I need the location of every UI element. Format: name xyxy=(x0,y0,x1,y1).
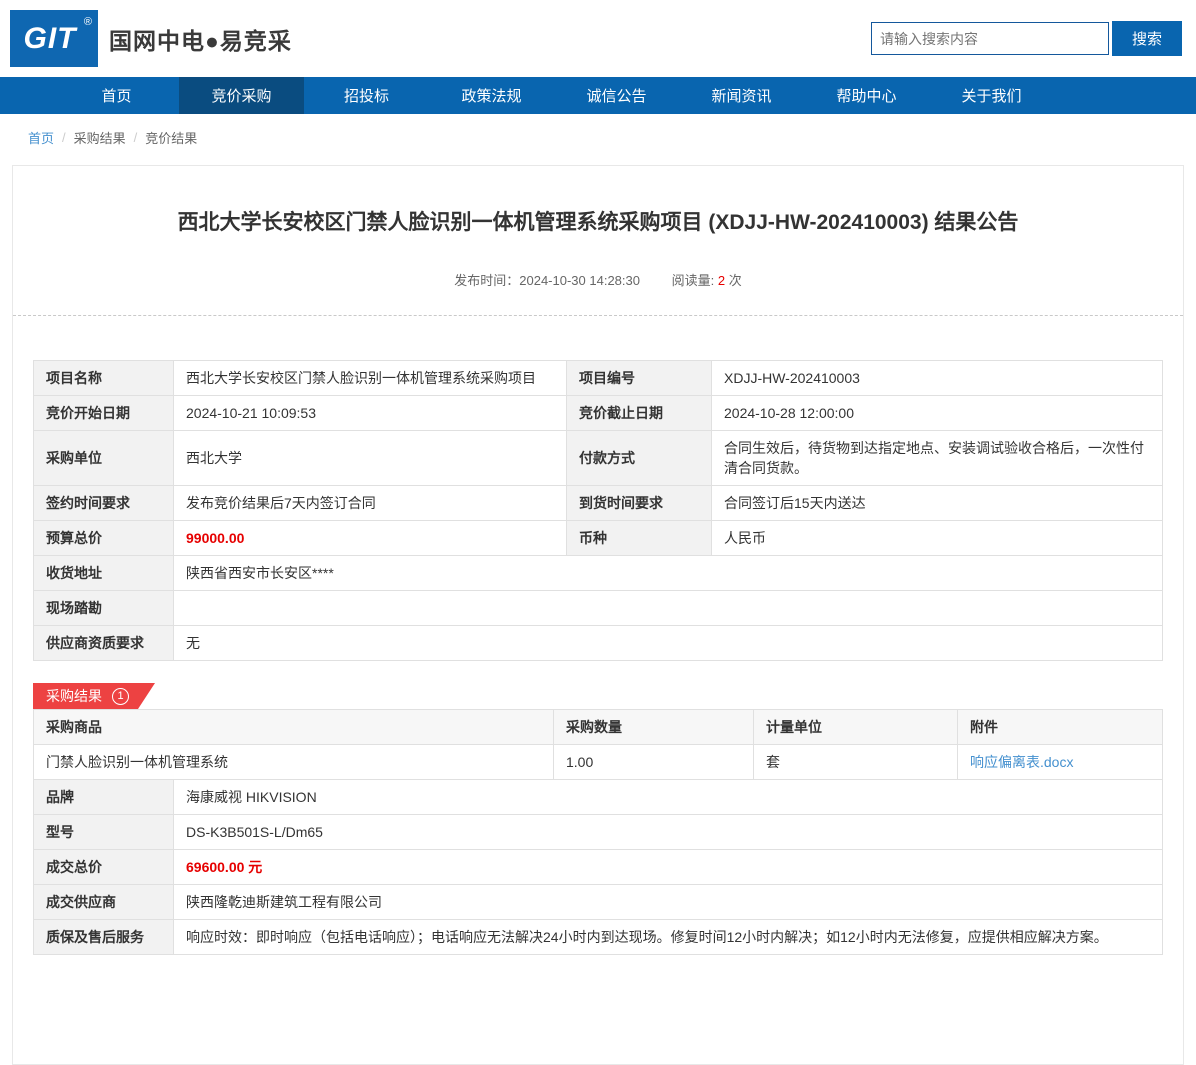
table-row: 签约时间要求 发布竞价结果后7天内签订合同 到货时间要求 合同签订后15天内送达 xyxy=(34,486,1163,521)
field-label: 币种 xyxy=(567,521,712,556)
nav-item-news[interactable]: 新闻资讯 xyxy=(679,77,804,114)
field-value: XDJJ-HW-202410003 xyxy=(712,361,1163,396)
search-box: 搜索 xyxy=(871,21,1182,56)
project-info-table: 项目名称 西北大学长安校区门禁人脸识别一体机管理系统采购项目 项目编号 XDJJ… xyxy=(33,360,1163,661)
field-value: 合同生效后，待货物到达指定地点、安装调试验收合格后，一次性付清合同货款。 xyxy=(712,431,1163,486)
breadcrumb-separator: / xyxy=(62,130,66,145)
column-header: 采购数量 xyxy=(554,710,754,745)
breadcrumb-separator: / xyxy=(134,130,138,145)
announcement-card: 西北大学长安校区门禁人脸识别一体机管理系统采购项目 (XDJJ-HW-20241… xyxy=(12,165,1184,1065)
logo-wrap: GIT ® 国网中电●易竞采 xyxy=(10,10,292,67)
column-header: 计量单位 xyxy=(754,710,958,745)
attachment-link[interactable]: 响应偏离表.docx xyxy=(970,754,1073,770)
table-row: 现场踏勘 xyxy=(34,591,1163,626)
budget-total-price: 99000.00 xyxy=(174,521,567,556)
table-row: 采购单位 西北大学 付款方式 合同生效后，待货物到达指定地点、安装调试验收合格后… xyxy=(34,431,1163,486)
table-row: 型号 DS-K3B501S-L/Dm65 xyxy=(34,815,1163,850)
column-header: 采购商品 xyxy=(34,710,554,745)
field-label: 采购单位 xyxy=(34,431,174,486)
nav-item-home[interactable]: 首页 xyxy=(54,77,179,114)
field-value: 人民币 xyxy=(712,521,1163,556)
field-value: 2024-10-21 10:09:53 xyxy=(174,396,567,431)
breadcrumb-bidding-results: 竞价结果 xyxy=(145,128,197,147)
table-row: 品牌 海康威视 HIKVISION xyxy=(34,780,1163,815)
field-label: 供应商资质要求 xyxy=(34,626,174,661)
table-row: 成交供应商 陕西隆乾迪斯建筑工程有限公司 xyxy=(34,885,1163,920)
field-label: 竞价开始日期 xyxy=(34,396,174,431)
search-input[interactable] xyxy=(871,22,1109,55)
winning-supplier: 陕西隆乾迪斯建筑工程有限公司 xyxy=(174,885,1163,920)
table-row: 门禁人脸识别一体机管理系统 1.00 套 响应偏离表.docx xyxy=(34,745,1163,780)
model-value: DS-K3B501S-L/Dm65 xyxy=(174,815,1163,850)
field-label: 型号 xyxy=(34,815,174,850)
nav-item-help-center[interactable]: 帮助中心 xyxy=(804,77,929,114)
table-row: 供应商资质要求 无 xyxy=(34,626,1163,661)
brand-value: 海康威视 HIKVISION xyxy=(174,780,1163,815)
site-name: 国网中电●易竞采 xyxy=(109,22,292,56)
goods-unit: 套 xyxy=(754,745,958,780)
field-label: 付款方式 xyxy=(567,431,712,486)
field-label: 到货时间要求 xyxy=(567,486,712,521)
field-label: 项目名称 xyxy=(34,361,174,396)
field-value: 2024-10-28 12:00:00 xyxy=(712,396,1163,431)
nav-item-policies[interactable]: 政策法规 xyxy=(429,77,554,114)
table-row: 预算总价 99000.00 币种 人民币 xyxy=(34,521,1163,556)
field-label: 现场踏勘 xyxy=(34,591,174,626)
table-row: 项目名称 西北大学长安校区门禁人脸识别一体机管理系统采购项目 项目编号 XDJJ… xyxy=(34,361,1163,396)
breadcrumb: 首页 / 采购结果 / 竞价结果 xyxy=(0,114,1196,157)
result-ribbon-badge: 采购结果 1 xyxy=(33,683,155,709)
field-value: 合同签订后15天内送达 xyxy=(712,486,1163,521)
view-count: 阅读量: 2 次 xyxy=(672,273,742,288)
registered-mark-icon: ® xyxy=(84,16,92,28)
field-label: 签约时间要求 xyxy=(34,486,174,521)
field-value: 陕西省西安市长安区**** xyxy=(174,556,1163,591)
column-header: 附件 xyxy=(958,710,1163,745)
field-label: 收货地址 xyxy=(34,556,174,591)
site-header: GIT ® 国网中电●易竞采 搜索 xyxy=(0,0,1196,77)
table-row: 质保及售后服务 响应时效：即时响应（包括电话响应）；电话响应无法解决24小时内到… xyxy=(34,920,1163,955)
field-value: 西北大学 xyxy=(174,431,567,486)
field-value: 无 xyxy=(174,626,1163,661)
page-title: 西北大学长安校区门禁人脸识别一体机管理系统采购项目 (XDJJ-HW-20241… xyxy=(13,206,1183,236)
result-ribbon-label: 采购结果 xyxy=(46,686,102,706)
table-row: 竞价开始日期 2024-10-21 10:09:53 竞价截止日期 2024-1… xyxy=(34,396,1163,431)
table-row: 收货地址 陕西省西安市长安区**** xyxy=(34,556,1163,591)
article-meta: 发布时间：2024-10-30 14:28:30 阅读量: 2 次 xyxy=(13,270,1183,289)
search-button[interactable]: 搜索 xyxy=(1112,21,1182,56)
table-row: 成交总价 69600.00 元 xyxy=(34,850,1163,885)
deal-total-price: 69600.00 元 xyxy=(174,850,1163,885)
result-count-badge: 1 xyxy=(112,688,129,705)
field-value xyxy=(174,591,1163,626)
breadcrumb-procurement-results[interactable]: 采购结果 xyxy=(74,128,126,147)
goods-quantity: 1.00 xyxy=(554,745,754,780)
field-label: 项目编号 xyxy=(567,361,712,396)
field-label: 质保及售后服务 xyxy=(34,920,174,955)
nav-item-tenders[interactable]: 招投标 xyxy=(304,77,429,114)
procurement-result-table: 采购商品 采购数量 计量单位 附件 门禁人脸识别一体机管理系统 1.00 套 响… xyxy=(33,709,1163,955)
field-label: 成交总价 xyxy=(34,850,174,885)
nav-item-bidding-procurement[interactable]: 竞价采购 xyxy=(179,77,304,114)
field-value: 西北大学长安校区门禁人脸识别一体机管理系统采购项目 xyxy=(174,361,567,396)
field-label: 竞价截止日期 xyxy=(567,396,712,431)
field-label: 成交供应商 xyxy=(34,885,174,920)
publish-time: 发布时间：2024-10-30 14:28:30 xyxy=(454,273,640,288)
table-header-row: 采购商品 采购数量 计量单位 附件 xyxy=(34,710,1163,745)
result-section-header: 采购结果 1 xyxy=(33,683,1163,709)
field-label: 品牌 xyxy=(34,780,174,815)
warranty-service: 响应时效：即时响应（包括电话响应）；电话响应无法解决24小时内到达现场。修复时间… xyxy=(174,920,1163,955)
field-value: 发布竞价结果后7天内签订合同 xyxy=(174,486,567,521)
field-label: 预算总价 xyxy=(34,521,174,556)
breadcrumb-home[interactable]: 首页 xyxy=(28,128,54,147)
nav-item-integrity-notices[interactable]: 诚信公告 xyxy=(554,77,679,114)
goods-name: 门禁人脸识别一体机管理系统 xyxy=(34,745,554,780)
logo-text: GIT xyxy=(24,22,85,56)
dashed-divider xyxy=(13,315,1183,316)
nav-item-about-us[interactable]: 关于我们 xyxy=(929,77,1054,114)
main-nav: 首页 竞价采购 招投标 政策法规 诚信公告 新闻资讯 帮助中心 关于我们 xyxy=(0,77,1196,114)
logo[interactable]: GIT ® xyxy=(10,10,98,67)
